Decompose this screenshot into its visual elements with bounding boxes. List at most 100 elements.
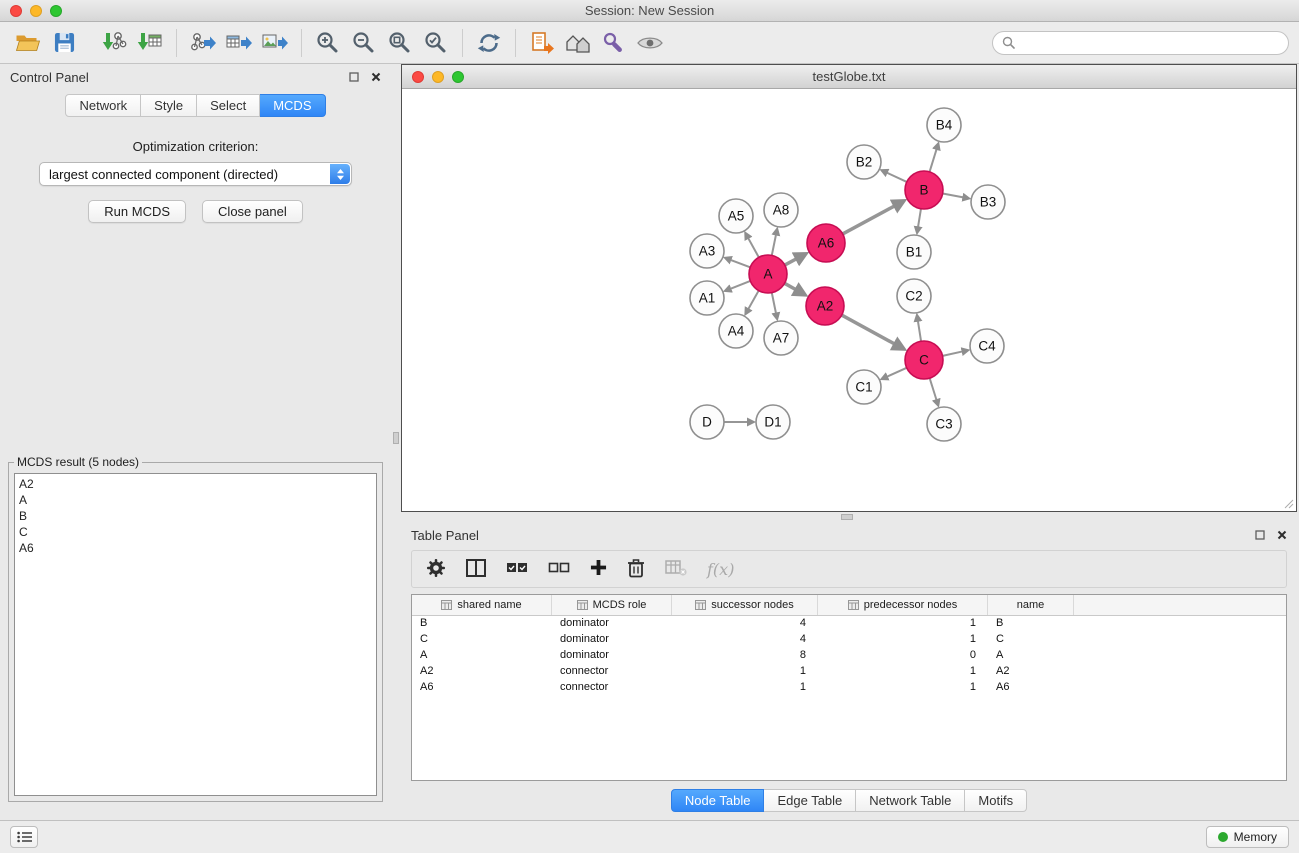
graph-edge-B-B4[interactable] bbox=[930, 148, 937, 171]
zoom-fit-button[interactable] bbox=[382, 27, 418, 59]
graph-edge-A-A1[interactable] bbox=[730, 281, 751, 289]
table-cell: A6 bbox=[988, 680, 1074, 696]
export-image-icon bbox=[262, 31, 288, 55]
table-row[interactable]: Bdominator41B bbox=[412, 616, 1286, 632]
export-table-button[interactable] bbox=[221, 27, 257, 59]
graph-edge-B-B2[interactable] bbox=[886, 172, 907, 182]
mcds-result-item[interactable]: A2 bbox=[19, 476, 372, 492]
table-row[interactable]: Adominator80A bbox=[412, 648, 1286, 664]
graph-edge-A2-C[interactable] bbox=[842, 315, 896, 345]
graph-edge-C-C3[interactable] bbox=[930, 378, 937, 400]
graph-edge-C-C4[interactable] bbox=[943, 351, 964, 356]
zoom-fit-icon bbox=[388, 31, 412, 55]
graph-edge-A-A6[interactable] bbox=[785, 258, 798, 265]
mcds-result-item[interactable]: A bbox=[19, 492, 372, 508]
annotation-wand-button[interactable] bbox=[596, 27, 632, 59]
zoom-selected-button[interactable] bbox=[418, 27, 454, 59]
tab-network[interactable]: Network bbox=[65, 94, 141, 117]
column-header-name[interactable]: name bbox=[988, 595, 1074, 615]
save-session-button[interactable] bbox=[46, 27, 82, 59]
graph-edge-A-A3[interactable] bbox=[730, 260, 750, 268]
tab-network-table[interactable]: Network Table bbox=[856, 789, 965, 812]
table-cell: 4 bbox=[672, 632, 818, 648]
close-panel-icon[interactable] bbox=[371, 72, 381, 82]
export-table-icon bbox=[226, 31, 252, 55]
splitter-handle[interactable] bbox=[393, 432, 399, 444]
import-table-button[interactable] bbox=[132, 27, 168, 59]
tab-edge-table[interactable]: Edge Table bbox=[764, 789, 856, 812]
search-box[interactable] bbox=[992, 31, 1289, 55]
graph-edge-A-A4[interactable] bbox=[748, 291, 759, 310]
select-all-button[interactable] bbox=[506, 561, 528, 578]
zoom-out-button[interactable] bbox=[346, 27, 382, 59]
close-window-button[interactable] bbox=[10, 5, 22, 17]
resize-grip-icon[interactable] bbox=[1284, 499, 1294, 509]
show-all-networks-button[interactable] bbox=[560, 27, 596, 59]
graph-edge-C-C2[interactable] bbox=[918, 320, 921, 341]
tab-node-table[interactable]: Node Table bbox=[671, 789, 765, 812]
graph-edge-A-A5[interactable] bbox=[748, 237, 759, 257]
graph-edge-A-A7[interactable] bbox=[772, 293, 776, 314]
float-table-panel-icon[interactable] bbox=[1255, 530, 1265, 540]
search-input[interactable] bbox=[1021, 36, 1279, 50]
tab-select[interactable]: Select bbox=[197, 94, 260, 117]
column-header-successor-nodes[interactable]: successor nodes bbox=[672, 595, 818, 615]
apply-layout-button[interactable] bbox=[471, 27, 507, 59]
vertical-splitter[interactable] bbox=[391, 64, 401, 820]
graph-edge-A-A8[interactable] bbox=[772, 234, 776, 255]
task-history-button[interactable] bbox=[10, 826, 38, 848]
mcds-result-item[interactable]: A6 bbox=[19, 540, 372, 556]
table-cell-filler bbox=[1074, 632, 1286, 648]
export-image-button[interactable] bbox=[257, 27, 293, 59]
minimize-window-button[interactable] bbox=[30, 5, 42, 17]
graph-edge-B-B3[interactable] bbox=[943, 194, 964, 198]
close-mcds-panel-button[interactable]: Close panel bbox=[202, 200, 303, 223]
graph-edge-C-C1[interactable] bbox=[886, 368, 906, 377]
column-browser-button[interactable] bbox=[466, 559, 486, 580]
graph-edge-B-B1[interactable] bbox=[918, 209, 921, 228]
close-table-panel-icon[interactable] bbox=[1277, 530, 1287, 540]
import-network-button[interactable] bbox=[96, 27, 132, 59]
table-cell: 1 bbox=[818, 680, 988, 696]
open-report-button[interactable] bbox=[524, 27, 560, 59]
zoom-window-button[interactable] bbox=[50, 5, 62, 17]
toggle-graphics-details-button[interactable] bbox=[632, 27, 668, 59]
graph-edge-A-A2[interactable] bbox=[785, 283, 797, 290]
table-row[interactable]: A6connector11A6 bbox=[412, 680, 1286, 696]
deselect-all-button[interactable] bbox=[548, 561, 570, 578]
tab-motifs[interactable]: Motifs bbox=[965, 789, 1027, 812]
mcds-result-list[interactable]: A2ABCA6 bbox=[14, 473, 377, 796]
delete-table-button[interactable] bbox=[665, 559, 687, 580]
zoom-in-button[interactable] bbox=[310, 27, 346, 59]
horizontal-splitter[interactable] bbox=[401, 512, 1297, 522]
column-header-shared-name[interactable]: shared name bbox=[412, 595, 552, 615]
column-header-mcds-role[interactable]: MCDS role bbox=[552, 595, 672, 615]
tab-mcds[interactable]: MCDS bbox=[260, 94, 325, 117]
column-label: MCDS role bbox=[593, 599, 647, 611]
network-minimize-button[interactable] bbox=[432, 71, 444, 83]
criterion-dropdown[interactable]: largest connected component (directed) bbox=[39, 162, 352, 186]
mcds-result-item[interactable]: C bbox=[19, 524, 372, 540]
run-mcds-button[interactable]: Run MCDS bbox=[88, 200, 186, 223]
table-settings-button[interactable] bbox=[426, 558, 446, 581]
zoom-in-icon bbox=[316, 31, 340, 55]
column-header-predecessor-nodes[interactable]: predecessor nodes bbox=[818, 595, 988, 615]
tab-style[interactable]: Style bbox=[141, 94, 197, 117]
memory-button[interactable]: Memory bbox=[1206, 826, 1289, 848]
table-row[interactable]: A2connector11A2 bbox=[412, 664, 1286, 680]
float-panel-icon[interactable] bbox=[349, 72, 359, 82]
graph-node-label-B3: B3 bbox=[980, 195, 997, 210]
splitter-handle[interactable] bbox=[841, 514, 853, 520]
table-row[interactable]: Cdominator41C bbox=[412, 632, 1286, 648]
column-type-icon bbox=[848, 600, 859, 610]
delete-row-button[interactable] bbox=[627, 558, 645, 581]
export-network-button[interactable] bbox=[185, 27, 221, 59]
add-row-button[interactable] bbox=[590, 559, 607, 579]
function-builder-button[interactable]: f(x) bbox=[707, 560, 734, 579]
network-canvas[interactable]: B4B2BB3A5A8A6B1A3AC2A1A2A4A7C4CC1C3DD1 bbox=[402, 89, 1296, 511]
mcds-result-item[interactable]: B bbox=[19, 508, 372, 524]
network-close-button[interactable] bbox=[412, 71, 424, 83]
graph-edge-A6-B[interactable] bbox=[843, 205, 896, 234]
network-zoom-button[interactable] bbox=[452, 71, 464, 83]
open-session-button[interactable] bbox=[10, 27, 46, 59]
